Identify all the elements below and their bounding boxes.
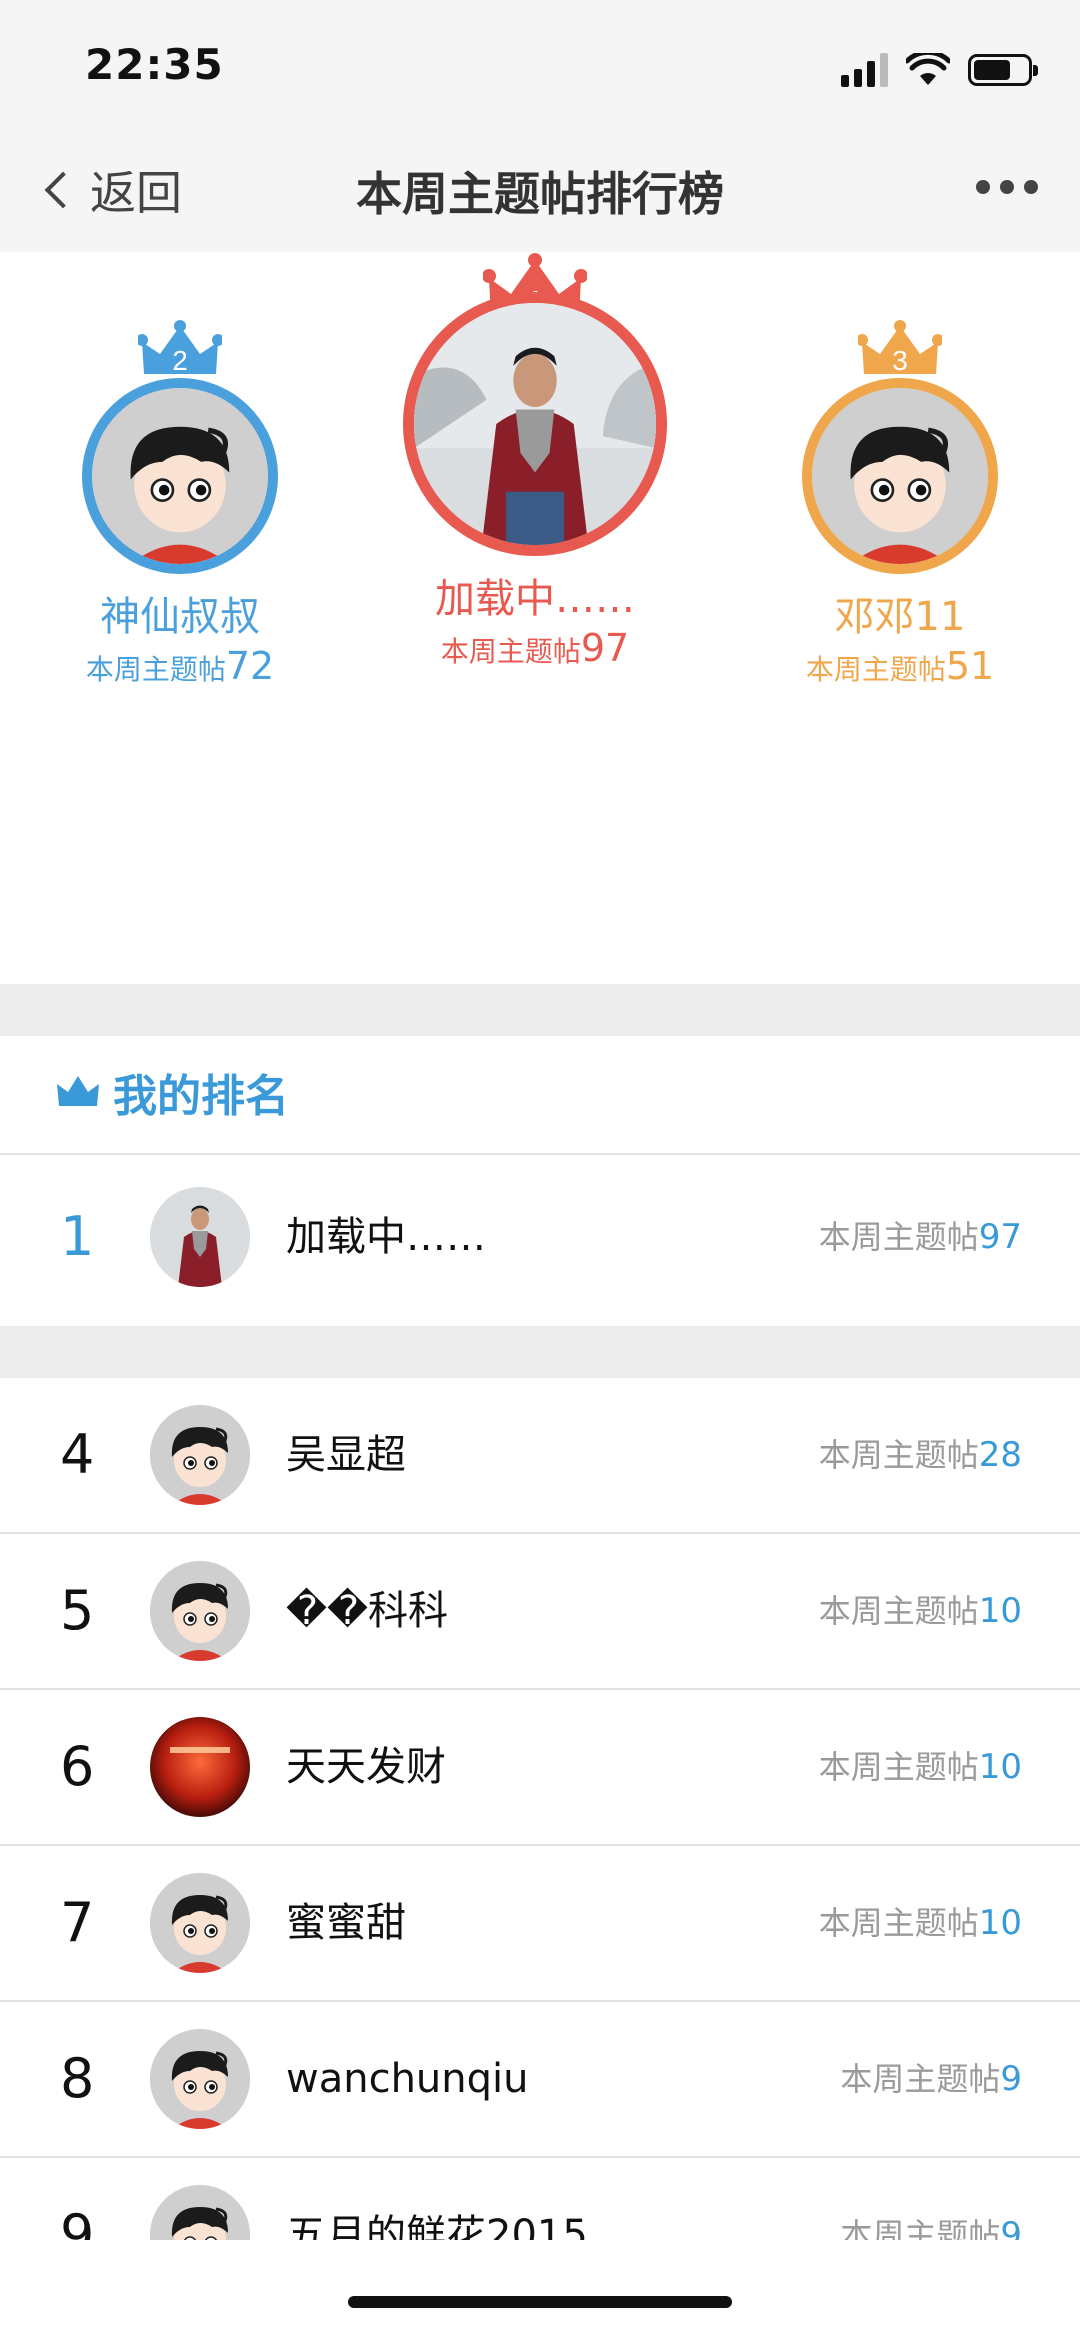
avatar [150,1873,250,1973]
post-count: 本周主题帖97 [818,1217,1022,1257]
photo-avatar-icon [414,303,656,545]
photo-avatar-icon [150,1717,250,1817]
top-bar: 22:35 返回 本周主题帖排行榜 [0,0,1080,252]
podium-count: 本周主题帖97 [440,626,630,670]
my-rank-title: 我的排名 [113,1071,289,1122]
default-avatar-icon [812,388,988,564]
home-indicator[interactable] [348,2296,732,2308]
crown-icon [57,1076,99,1106]
podium-rank-second: 2 [172,345,188,376]
post-count: 本周主题帖10 [818,1747,1022,1787]
section-divider [0,984,1080,1036]
podium-count: 本周主题帖72 [85,644,275,688]
podium-rank-third: 3 [892,345,908,376]
avatar [150,2029,250,2129]
table-row[interactable]: 6 天天发财 本周主题帖10 [0,1690,1080,1844]
rank-number: 4 [60,1423,95,1486]
section-divider [0,1326,1080,1378]
status-time: 22:35 [85,40,224,89]
divider-line [0,1153,1080,1155]
user-name: 吴显超 [286,1432,406,1478]
bottom-safe-area [0,2240,1080,2337]
avatar [150,1187,250,1287]
signal-icon [841,53,888,87]
crown-icon: 3 [858,320,942,376]
my-rank-header: 我的排名 [55,1060,289,1124]
post-count: 本周主题帖28 [818,1435,1022,1475]
my-rank-row[interactable]: 1 加载中…… 本周主题帖97 [0,1160,1080,1314]
battery-icon [968,54,1038,86]
table-row[interactable]: 8 wanchunqiu 本周主题帖9 [0,2002,1080,2156]
podium-third[interactable]: 3 邓邓11 本周主题帖51 [775,320,1025,688]
default-avatar-icon [150,1405,250,1505]
user-name: 加载中…… [286,1214,486,1260]
more-button[interactable] [976,180,1038,194]
avatar [150,1717,250,1817]
rank-number: 5 [60,1579,95,1642]
more-dot-icon [976,180,990,194]
podium-name: 加载中…… [435,576,635,622]
rank-number: 7 [60,1891,95,1954]
podium-count: 本周主题帖51 [805,644,995,688]
user-name: wanchunqiu [286,2056,529,2102]
default-avatar-icon [150,2029,250,2129]
more-dot-icon [1024,180,1038,194]
rank-number: 1 [60,1205,95,1268]
table-row[interactable]: 7 蜜蜜甜 本周主题帖10 [0,1846,1080,2000]
post-count: 本周主题帖10 [818,1903,1022,1943]
user-name: 天天发财 [286,1744,446,1790]
wifi-icon [906,53,950,85]
user-name: 蜜蜜甜 [286,1900,406,1946]
post-count: 本周主题帖9 [840,2059,1022,2099]
avatar [150,1561,250,1661]
default-avatar-icon [150,1873,250,1973]
podium-name: 神仙叔叔 [100,594,260,640]
rank-number: 8 [60,2047,95,2110]
avatar [802,378,998,574]
default-avatar-icon [150,1561,250,1661]
podium-name: 邓邓11 [834,594,966,640]
podium-second[interactable]: 2 神仙叔叔 本周主题帖72 [55,320,305,688]
rank-number: 6 [60,1735,95,1798]
default-avatar-icon [92,388,268,564]
photo-avatar-icon [150,1187,250,1287]
page-title: 本周主题帖排行榜 [356,167,724,221]
table-row[interactable]: 4 吴显超 本周主题帖28 [0,1378,1080,1532]
crown-icon: 2 [138,320,222,376]
user-name: ��科科 [286,1588,449,1634]
status-icons [841,50,1038,90]
avatar [150,1405,250,1505]
more-dot-icon [1000,180,1014,194]
table-row[interactable]: 5 ��科科 本周主题帖10 [0,1534,1080,1688]
post-count: 本周主题帖10 [818,1591,1022,1631]
podium-first[interactable]: 1 加载中…… 本周主题帖97 [390,252,680,670]
avatar [82,378,278,574]
podium: 2 神仙叔叔 本周主题帖72 1 [0,252,1080,984]
avatar [403,292,667,556]
